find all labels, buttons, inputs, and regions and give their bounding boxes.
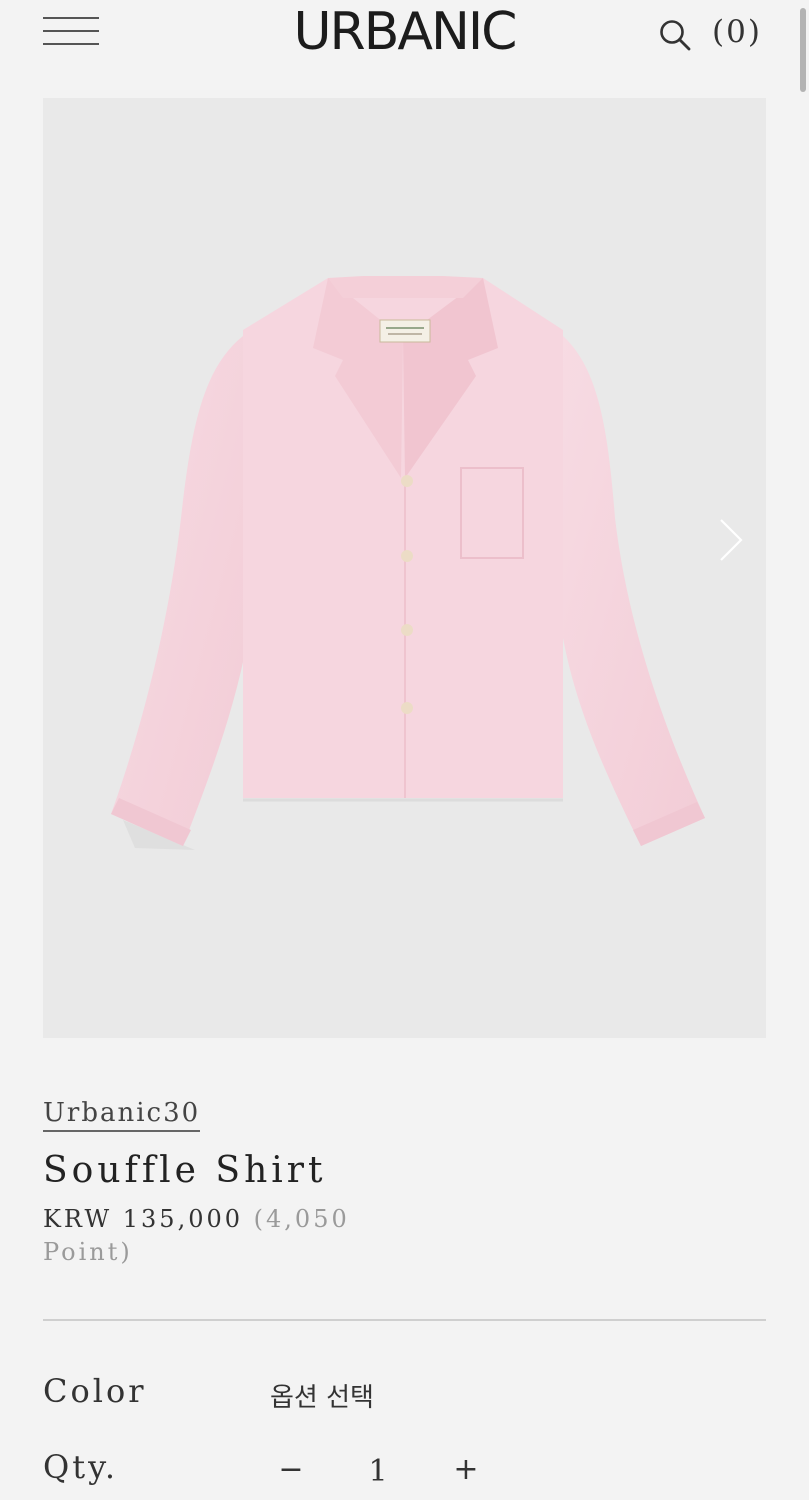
- product-name: Souffle Shirt: [43, 1150, 327, 1191]
- product-page: URBANIC (0) Urbanic30 Souffle Shirt KRW …: [0, 0, 809, 1500]
- brand-link[interactable]: Urbanic30: [43, 1098, 201, 1132]
- product-price: KRW 135,000: [43, 1205, 244, 1233]
- qty-label: Qty.: [43, 1448, 119, 1486]
- product-image-gallery[interactable]: [43, 98, 766, 1038]
- price-block: KRW 135,000 (4,050 Point): [43, 1203, 373, 1269]
- product-image: [111, 276, 705, 850]
- color-select[interactable]: 옵션 선택: [270, 1377, 374, 1414]
- search-icon[interactable]: [658, 18, 692, 52]
- cart-count[interactable]: (0): [712, 14, 762, 50]
- divider: [43, 1319, 766, 1321]
- qty-value[interactable]: 1: [366, 1454, 390, 1489]
- qty-increase-button[interactable]: +: [448, 1452, 484, 1488]
- color-label: Color: [43, 1372, 147, 1410]
- qty-decrease-button[interactable]: −: [273, 1452, 309, 1488]
- chevron-right-icon[interactable]: [715, 518, 745, 562]
